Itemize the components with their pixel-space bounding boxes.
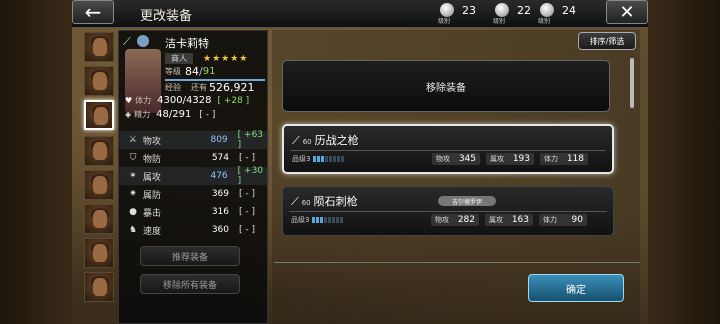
- item-stat-patk: 物攻 345: [432, 153, 480, 165]
- heart-icon: ♥: [125, 96, 133, 105]
- mp-value: 48/291: [156, 109, 192, 120]
- grade-bar: [312, 217, 344, 223]
- mp-row: ◈ 精力 48/291 [ - ]: [125, 109, 215, 120]
- equipment-item[interactable]: ⟋ 60 陨石刺枪 吉尔德罗伊 品级3 物攻 282 属攻 163 体力 90: [282, 186, 614, 236]
- party-member-slot[interactable]: [84, 204, 114, 234]
- left-frame: [0, 0, 72, 324]
- character-name: 洁卡莉特: [165, 37, 209, 50]
- item-stat-hp: 体力 118: [540, 153, 588, 165]
- magic-attack-icon: ✶: [129, 171, 137, 181]
- stat-row-patk: ⚔ 物攻 809 [ +63 ]: [119, 130, 269, 150]
- stat-row-speed: ♞ 速度 360 [ - ]: [128, 225, 255, 237]
- stat-row-pdef: ⛉ 物防 574 [ - ]: [119, 149, 269, 167]
- job-row: 商人 ★★★★★: [165, 53, 248, 64]
- page-title: 更改装备: [140, 9, 193, 24]
- currency-2: 级别 22: [493, 3, 531, 25]
- equipment-item[interactable]: ⟋ 60 历战之枪 品级3 物攻 345 属攻 193 体力 118: [282, 124, 614, 174]
- party-member-slot[interactable]: [84, 170, 114, 200]
- divider: [289, 211, 607, 212]
- drop-icon: ◈: [125, 110, 132, 119]
- confirm-button[interactable]: 确定: [528, 274, 624, 302]
- crystal-icon: 级别: [538, 3, 554, 25]
- party-column: [84, 30, 116, 324]
- back-button[interactable]: ←: [72, 0, 114, 24]
- spear-icon: ⟋: [123, 35, 131, 48]
- level-value: 84: [185, 65, 199, 78]
- remove-all-equipment-button[interactable]: 移除所有装备: [140, 274, 240, 294]
- item-stat-matk: 属攻 193: [486, 153, 534, 165]
- party-member-slot[interactable]: [84, 272, 114, 302]
- divider: [290, 150, 606, 151]
- currency-value: 24: [562, 3, 576, 17]
- hp-bonus: [ +28 ]: [217, 95, 250, 106]
- recommend-equipment-button[interactable]: 推荐装备: [140, 246, 240, 266]
- back-arrow-icon: ←: [84, 0, 102, 24]
- critical-icon: ●: [129, 207, 137, 217]
- item-stat-matk: 属攻 163: [485, 214, 533, 226]
- hp-label: 体力: [135, 96, 152, 105]
- shield-icon: ⛉: [129, 153, 137, 163]
- close-x-icon: ✕: [619, 1, 635, 23]
- party-member-slot[interactable]: [84, 136, 114, 166]
- item-title: ⟋ 60 历战之枪: [292, 132, 359, 148]
- exp-remaining-value: 526,921: [209, 81, 255, 94]
- list-bottom-divider: [274, 262, 640, 263]
- job-icon: [137, 35, 149, 47]
- item-grade: 品级3: [292, 154, 345, 164]
- item-name: 陨石刺枪: [313, 195, 358, 208]
- item-stat-hp: 体力 90: [539, 214, 587, 226]
- party-member-slot[interactable]: [84, 66, 114, 96]
- right-frame: [648, 0, 720, 324]
- sword-icon: ⚔: [128, 135, 137, 145]
- exp-remaining-label: 还有: [191, 83, 207, 92]
- level-max: 91: [202, 66, 216, 77]
- item-owner-tag: 吉尔德罗伊: [438, 196, 496, 206]
- level-row: 等级 84 / 91: [165, 65, 216, 78]
- scrollbar[interactable]: [630, 58, 634, 108]
- item-stats: 物攻 345 属攻 193 体力 118: [432, 153, 588, 165]
- mp-label: 精力: [134, 110, 151, 119]
- stat-row-crit: ● 暴击 316 [ - ]: [119, 203, 269, 221]
- spear-icon: ⟋: [291, 195, 299, 208]
- item-stats: 物攻 282 属攻 163 体力 90: [431, 214, 587, 226]
- remove-equipment-button[interactable]: 移除装备: [282, 60, 610, 112]
- currency-1: 级别 23: [438, 3, 476, 25]
- boot-icon: ♞: [128, 225, 138, 235]
- item-stat-patk: 物攻 282: [431, 214, 479, 226]
- spear-icon: ⟋: [292, 134, 300, 147]
- job-badge: 商人: [165, 53, 193, 64]
- currency-value: 23: [462, 3, 476, 17]
- sort-filter-button[interactable]: 排序/筛选: [578, 32, 636, 50]
- stat-row-mdef: ✷ 属防 369 [ - ]: [119, 185, 269, 203]
- item-title: ⟋ 60 陨石刺枪: [291, 193, 358, 209]
- exp-row: 经验 还有 526,921: [165, 81, 255, 94]
- hp-row: ♥ 体力 4300/4328 [ +28 ]: [125, 95, 249, 106]
- magic-defense-icon: ✷: [129, 189, 137, 199]
- crystal-icon: 级别: [493, 3, 509, 25]
- item-name: 历战之枪: [314, 134, 359, 147]
- item-grade: 品级3: [291, 215, 344, 225]
- item-level: 60: [302, 138, 312, 146]
- currency-3: 级别 24: [538, 3, 576, 25]
- close-button[interactable]: ✕: [606, 0, 648, 24]
- rarity-stars: ★★★★★: [203, 53, 249, 64]
- party-member-slot[interactable]: [84, 32, 114, 62]
- crystal-icon: 级别: [438, 3, 454, 25]
- party-member-slot[interactable]: [84, 238, 114, 268]
- stat-row-matk: ✶ 属攻 476 [ +30 ]: [119, 166, 269, 186]
- hp-value: 4300/4328: [157, 95, 212, 106]
- grade-bar: [313, 156, 345, 162]
- level-label: 等级: [165, 67, 181, 76]
- party-member-slot-active[interactable]: [84, 100, 114, 130]
- currency-value: 22: [517, 3, 531, 17]
- item-level: 60: [301, 199, 311, 207]
- exp-label: 经验: [165, 83, 181, 92]
- mp-bonus: [ - ]: [199, 109, 216, 120]
